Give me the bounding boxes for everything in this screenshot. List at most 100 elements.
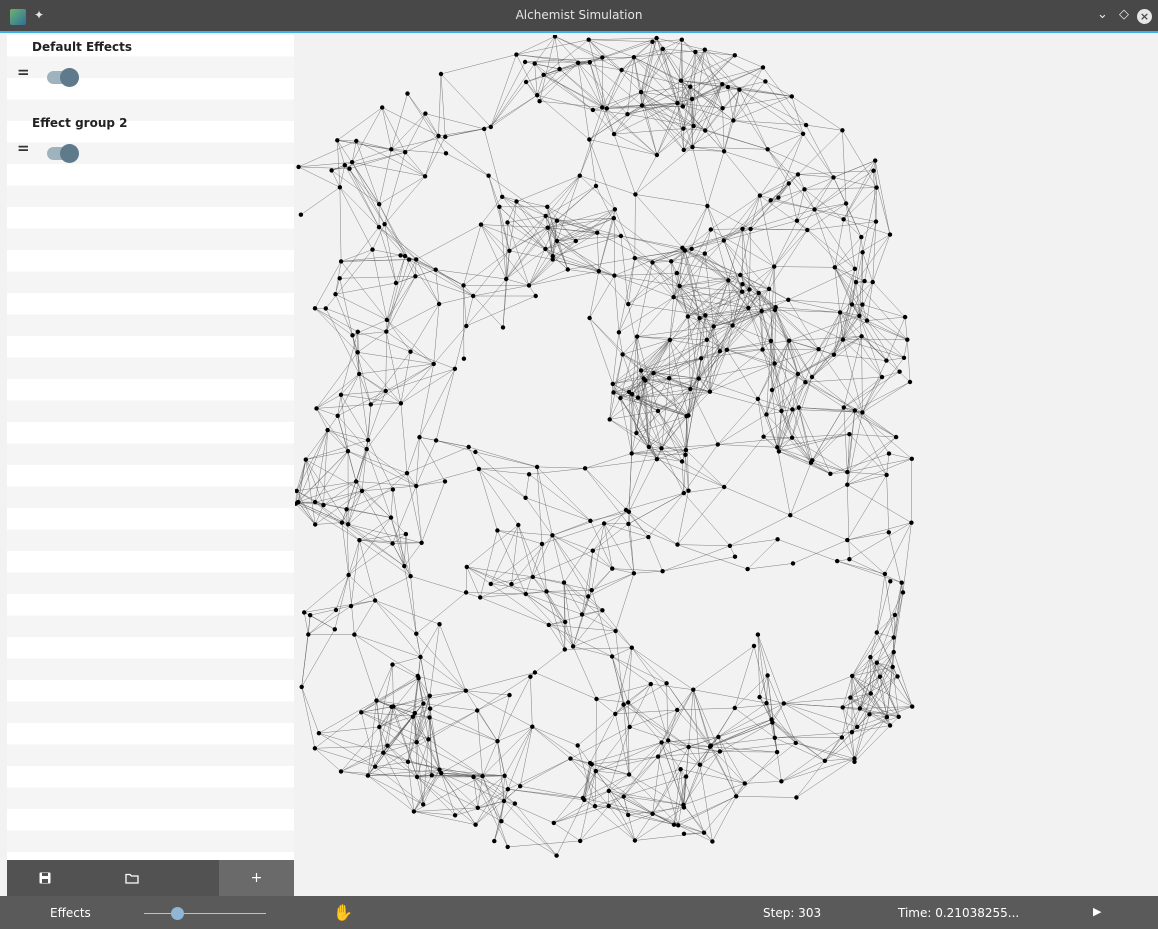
hand-icon[interactable]: ✋ [333, 903, 353, 922]
network-edge [595, 698, 597, 772]
network-edge [386, 282, 397, 320]
network-edge [323, 490, 363, 506]
network-node [655, 408, 661, 414]
network-node [476, 466, 482, 472]
network-node [606, 803, 611, 809]
network-edge [340, 394, 401, 404]
network-edge [553, 805, 596, 824]
network-edge [718, 736, 737, 797]
network-edge [419, 437, 446, 482]
network-edge [633, 570, 663, 574]
network-node [570, 644, 576, 649]
network-node [895, 674, 900, 679]
network-node [859, 234, 864, 240]
network-edge [614, 128, 684, 135]
network-edge [804, 189, 815, 210]
effect-group-2[interactable]: Effect group 2 = [7, 111, 294, 187]
network-edge [774, 309, 790, 341]
network-node [523, 495, 528, 500]
network-edge [478, 468, 519, 526]
network-node [632, 255, 637, 261]
network-edge [852, 637, 894, 677]
network-node [600, 55, 605, 60]
network-edge [480, 591, 547, 598]
network-node [561, 580, 567, 585]
network-node [535, 93, 540, 98]
effect-group-default[interactable]: Default Effects = [7, 35, 294, 111]
network-node [678, 78, 684, 83]
drag-handle-icon[interactable]: = [17, 139, 30, 157]
network-edge [790, 514, 848, 541]
network-edge [633, 56, 682, 81]
close-circle-icon[interactable]: × [1137, 9, 1152, 24]
network-node [374, 698, 379, 703]
network-node [382, 222, 387, 227]
effect-group-toggle[interactable] [47, 68, 79, 87]
network-node [857, 313, 862, 318]
network-node [419, 540, 424, 545]
network-node [748, 226, 753, 232]
network-edge [886, 317, 906, 361]
zoom-slider[interactable] [144, 913, 266, 914]
network-edge [614, 209, 636, 259]
network-node [900, 590, 906, 595]
network-node [595, 230, 600, 235]
simulation-canvas[interactable] [295, 35, 1158, 896]
open-folder-button[interactable] [82, 860, 182, 896]
network-node [697, 315, 702, 321]
network-edge [348, 574, 376, 601]
network-edge [490, 94, 538, 128]
effect-group-toggle[interactable] [47, 144, 79, 163]
network-edge [830, 453, 890, 475]
network-node [335, 138, 340, 143]
network-edge [516, 36, 556, 55]
network-edge [614, 275, 620, 333]
network-edge [728, 280, 749, 309]
network-node [873, 219, 879, 224]
network-edge [301, 634, 309, 687]
network-edge [305, 429, 328, 460]
network-node [874, 185, 879, 190]
network-node [646, 534, 651, 540]
network-edge [791, 437, 848, 473]
network-edge [806, 124, 843, 131]
network-edge [367, 775, 424, 805]
network-node [891, 649, 896, 655]
network-node [414, 483, 419, 489]
network-node [682, 248, 688, 253]
network-node [626, 812, 631, 818]
network-edge [778, 174, 799, 198]
network-node [488, 581, 493, 587]
network-edge [719, 292, 759, 352]
network-edge [862, 357, 905, 413]
network-edge [757, 634, 760, 698]
network-edge [348, 540, 360, 576]
network-edge [773, 266, 776, 308]
network-edge [761, 310, 772, 341]
network-edge [771, 703, 784, 720]
add-group-button[interactable]: + [219, 860, 294, 896]
sidebar-toolbar: + [7, 860, 294, 896]
network-edge [577, 62, 590, 140]
network-edge [490, 81, 527, 128]
chevron-down-icon[interactable]: ⌄ [1097, 7, 1108, 22]
network-edge [729, 539, 778, 547]
network-edge [635, 146, 693, 195]
network-edge [416, 224, 482, 260]
network-node [616, 330, 622, 335]
network-node [732, 705, 737, 711]
network-edge [499, 206, 510, 251]
network-edge [466, 524, 519, 568]
network-edge [553, 822, 581, 842]
network-edge [537, 62, 579, 96]
network-edge [872, 234, 891, 283]
zoom-slider-handle[interactable] [171, 907, 184, 920]
network-edge [615, 630, 667, 684]
play-icon[interactable]: ▶ [1093, 905, 1101, 918]
diamond-icon[interactable]: ◇ [1119, 7, 1129, 22]
network-node [518, 784, 523, 789]
network-edge [733, 67, 764, 121]
drag-handle-icon[interactable]: = [17, 63, 30, 81]
network-edge [466, 566, 533, 578]
save-button[interactable] [7, 860, 82, 896]
